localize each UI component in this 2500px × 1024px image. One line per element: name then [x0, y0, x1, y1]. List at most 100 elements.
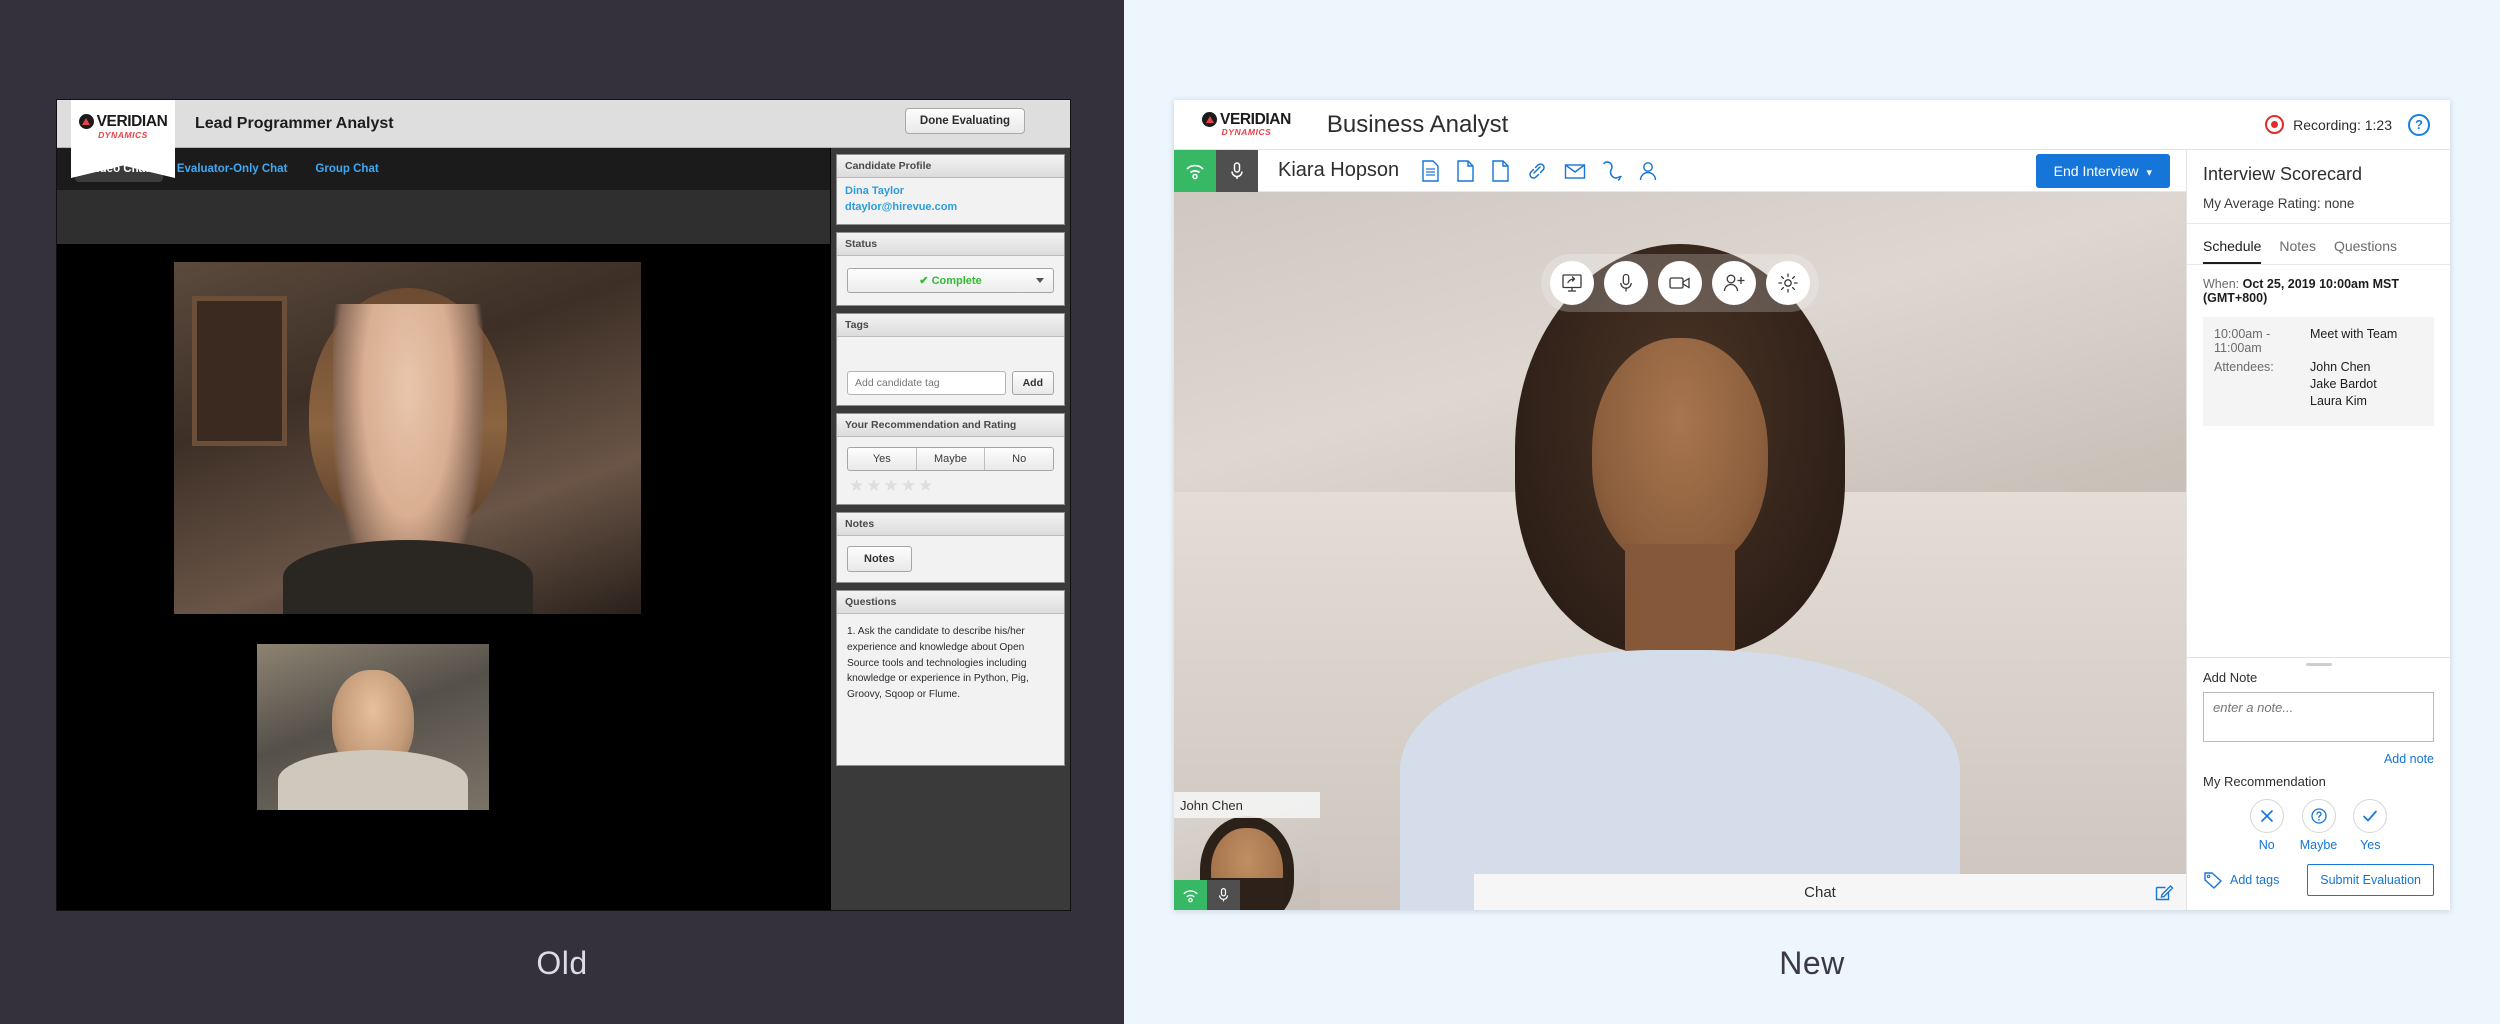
status-check-icon: ✔: [919, 274, 929, 287]
attendee: Laura Kim: [2310, 394, 2367, 408]
tab-schedule[interactable]: Schedule: [2203, 238, 2262, 264]
settings-gear-icon[interactable]: [1766, 261, 1810, 305]
comparison-stage: VERIDIAN DYNAMICS Lead Programmer Analys…: [0, 0, 2500, 1024]
attendees-list: John Chen Jake Bardot Laura Kim: [2310, 360, 2377, 411]
compose-icon[interactable]: [2154, 882, 2174, 902]
star-icon[interactable]: ★: [918, 477, 933, 494]
questions-header: Questions: [837, 590, 1064, 614]
recommendation-maybe[interactable]: Maybe: [917, 447, 986, 470]
brand-name: VERIDIAN: [96, 113, 168, 130]
document-blank-icon[interactable]: [1456, 159, 1475, 182]
phone-icon[interactable]: [1602, 160, 1622, 182]
check-icon: [2353, 799, 2388, 833]
old-secondary-video-tile[interactable]: Brett Hart: [257, 644, 489, 810]
recommendation-yes[interactable]: Yes: [2353, 799, 2388, 852]
add-participant-icon[interactable]: [1712, 261, 1756, 305]
status-panel: Status ✔ Complete: [836, 231, 1065, 306]
recommendation-yes-label: Yes: [2360, 838, 2381, 852]
attendees-label: Attendees:: [2214, 360, 2274, 374]
old-video-stage: Dina Taylor Brett Hart: [57, 244, 830, 910]
veridian-mark-icon: [78, 114, 94, 130]
resize-grip[interactable]: [2305, 663, 2332, 666]
thumbnail-name: John Chen: [1174, 792, 1320, 818]
document-lined-icon[interactable]: [1421, 159, 1440, 182]
end-interview-wrap: End Interview ▾: [2035, 153, 2186, 188]
star-icon[interactable]: ★: [866, 477, 881, 494]
tab-questions[interactable]: Questions: [2334, 238, 2397, 264]
status-select[interactable]: ✔ Complete: [847, 267, 1054, 293]
chevron-down-icon: [1036, 278, 1044, 284]
microphone-icon[interactable]: [1604, 261, 1648, 305]
event-time-row: 10:00am - 11:00am Meet with Team: [2214, 327, 2423, 355]
camera-icon[interactable]: [1658, 261, 1702, 305]
end-interview-button[interactable]: End Interview ▾: [2035, 153, 2170, 188]
status-header: Status: [837, 232, 1064, 256]
email-icon[interactable]: [1564, 162, 1586, 180]
recommendation-no[interactable]: No: [985, 448, 1053, 470]
tab-notes[interactable]: Notes: [2279, 238, 2316, 264]
questions-panel: Questions 1. Ask the candidate to descri…: [836, 589, 1065, 766]
new-candidate-name: Kiara Hopson: [1278, 159, 1400, 181]
participant-shirt: [278, 750, 468, 810]
old-tab-evaluator-only-chat[interactable]: Evaluator-Only Chat: [163, 156, 302, 182]
new-video-column: Kiara Hopson End Interview ▾ John Chen C…: [1174, 149, 2186, 910]
chat-label: Chat: [1804, 883, 1836, 901]
person-icon[interactable]: [1638, 160, 1658, 182]
candidate-name-link[interactable]: Dina Taylor: [845, 184, 1056, 200]
signal-strength-icon[interactable]: [1174, 149, 1216, 192]
add-tag-button[interactable]: Add: [1011, 370, 1054, 395]
recommendation-maybe[interactable]: Maybe: [2300, 799, 2337, 852]
event-time: 10:00am - 11:00am: [2214, 327, 2271, 355]
old-main-video-tile[interactable]: Dina Taylor: [174, 262, 641, 614]
participant-neck: [1625, 544, 1735, 654]
old-video-area: Video Chat Evaluator-Only Chat Group Cha…: [57, 148, 830, 910]
attendee: John Chen: [2310, 360, 2371, 374]
average-rating: My Average Rating: none: [2203, 196, 2355, 211]
document-blank-icon[interactable]: [1491, 159, 1510, 182]
video-controls-bar: [1541, 254, 1819, 312]
star-icon[interactable]: ★: [849, 477, 864, 494]
help-icon[interactable]: ?: [2408, 113, 2430, 136]
recommendation-yes[interactable]: Yes: [848, 447, 917, 470]
recommendation-options: No Maybe Yes: [2203, 799, 2434, 852]
note-textarea[interactable]: [2203, 692, 2434, 742]
chat-bar[interactable]: Chat: [1474, 874, 2186, 910]
link-icon[interactable]: [1526, 160, 1548, 182]
star-icon[interactable]: ★: [884, 477, 899, 494]
scorecard-header: Interview Scorecard My Average Rating: n…: [2187, 150, 2450, 224]
star-icon[interactable]: ★: [901, 477, 916, 494]
thumbnail-controls: [1174, 880, 1240, 910]
screen-share-icon[interactable]: [1550, 261, 1594, 305]
microphone-icon[interactable]: [1207, 880, 1240, 910]
scorecard-title: Interview Scorecard: [2203, 164, 2363, 184]
new-main-video[interactable]: John Chen Chat: [1174, 192, 2186, 910]
when-label: When:: [2203, 277, 2240, 291]
recommendation-no[interactable]: No: [2249, 799, 2284, 852]
submit-evaluation-button[interactable]: Submit Evaluation: [2307, 864, 2434, 896]
question-text: 1. Ask the candidate to describe his/her…: [847, 625, 1029, 701]
add-candidate-tag-input[interactable]: [847, 370, 1006, 395]
new-action-icons: [1421, 159, 1658, 182]
add-note-label: Add Note: [2203, 670, 2258, 685]
record-dot-icon: [2265, 115, 2285, 134]
new-app-panel: VERIDIAN DYNAMICS Business Analyst Recor…: [1124, 0, 2500, 1024]
add-tags-button[interactable]: Add tags: [2203, 871, 2279, 889]
participant-face: [1592, 338, 1768, 572]
microphone-icon[interactable]: [1216, 149, 1258, 192]
star-rating[interactable]: ★ ★ ★ ★ ★: [847, 477, 1054, 494]
close-icon: [2249, 799, 2284, 833]
recommendation-segmented-control: Yes Maybe No: [847, 446, 1054, 471]
signal-strength-icon[interactable]: [1174, 880, 1207, 910]
recommendation-header: Your Recommendation and Rating: [837, 413, 1064, 437]
add-note-link[interactable]: Add note: [2203, 752, 2434, 766]
notes-button[interactable]: Notes: [847, 545, 912, 572]
old-app-window: VERIDIAN DYNAMICS Lead Programmer Analys…: [57, 100, 1070, 910]
participant-thumbnail[interactable]: John Chen: [1174, 792, 1320, 910]
candidate-email-link[interactable]: dtaylor@hirevue.com: [845, 200, 1056, 216]
participant-shirt: [282, 540, 533, 614]
recommendation-no-label: No: [2258, 838, 2275, 852]
done-evaluating-button[interactable]: Done Evaluating: [904, 108, 1025, 134]
old-page-title: Lead Programmer Analyst: [195, 114, 394, 132]
event-attendees-row: Attendees: John Chen Jake Bardot Laura K…: [2214, 360, 2423, 411]
old-tab-group-chat[interactable]: Group Chat: [301, 156, 392, 182]
